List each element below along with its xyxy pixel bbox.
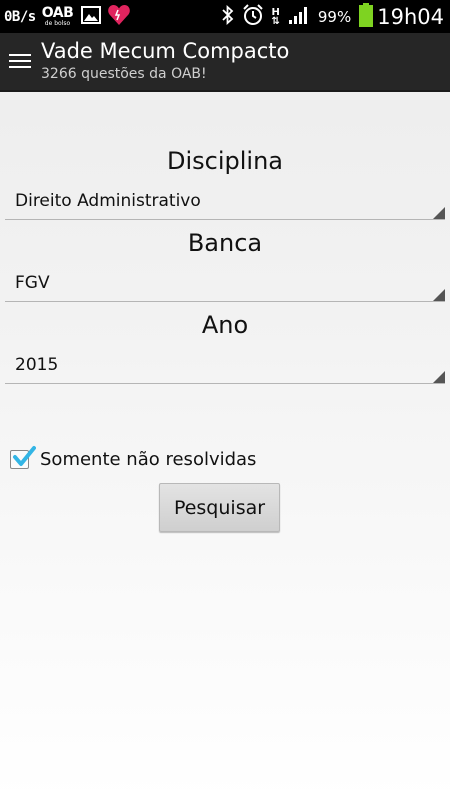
ano-label: Ano bbox=[201, 311, 249, 339]
heart-icon bbox=[107, 3, 131, 31]
dropdown-arrow-icon bbox=[433, 207, 445, 219]
network-type-icon: H ⇅ bbox=[271, 7, 280, 27]
only-unsolved-label[interactable]: Somente não resolvidas bbox=[40, 449, 256, 470]
disciplina-value: Direito Administrativo bbox=[15, 191, 201, 211]
status-bar-right: H ⇅ 99% 19h04 bbox=[214, 0, 444, 33]
dropdown-arrow-icon bbox=[433, 371, 445, 383]
bluetooth-icon bbox=[221, 4, 234, 29]
battery-percent: 99% bbox=[317, 7, 352, 26]
banca-value: FGV bbox=[15, 273, 50, 293]
oab-app-notification-icon: OAB de bolso bbox=[42, 6, 74, 27]
image-icon bbox=[81, 5, 102, 28]
disciplina-spinner[interactable]: Direito Administrativo bbox=[5, 183, 445, 220]
status-bar: 0B/s OAB de bolso H ⇅ 99% 19h04 bbox=[0, 0, 450, 33]
network-speed: 0B/s bbox=[4, 8, 36, 25]
banca-spinner[interactable]: FGV bbox=[5, 265, 445, 302]
data-arrows: ⇅ bbox=[271, 15, 280, 27]
dropdown-arrow-icon bbox=[433, 289, 445, 301]
battery-icon bbox=[359, 2, 374, 31]
app-subtitle: 3266 questões da OAB! bbox=[41, 66, 207, 82]
clock: 19h04 bbox=[377, 4, 444, 29]
signal-icon bbox=[288, 5, 310, 29]
app-title: Vade Mecum Compacto bbox=[41, 39, 290, 63]
status-bar-left: 0B/s OAB de bolso bbox=[0, 3, 131, 31]
only-unsolved-checkbox[interactable] bbox=[10, 446, 36, 469]
banca-label: Banca bbox=[187, 229, 263, 257]
search-button[interactable]: Pesquisar bbox=[159, 483, 280, 532]
disciplina-label: Disciplina bbox=[166, 147, 283, 175]
action-bar: Vade Mecum Compacto 3266 questões da OAB… bbox=[0, 33, 450, 92]
menu-drawer-icon[interactable] bbox=[9, 54, 31, 72]
ano-value: 2015 bbox=[15, 355, 59, 375]
checkmark-icon bbox=[13, 446, 36, 466]
oab-icon-subtext: de bolso bbox=[44, 20, 71, 27]
ano-spinner[interactable]: 2015 bbox=[5, 347, 445, 384]
oab-icon-text: OAB bbox=[41, 5, 74, 21]
alarm-icon bbox=[242, 3, 264, 30]
